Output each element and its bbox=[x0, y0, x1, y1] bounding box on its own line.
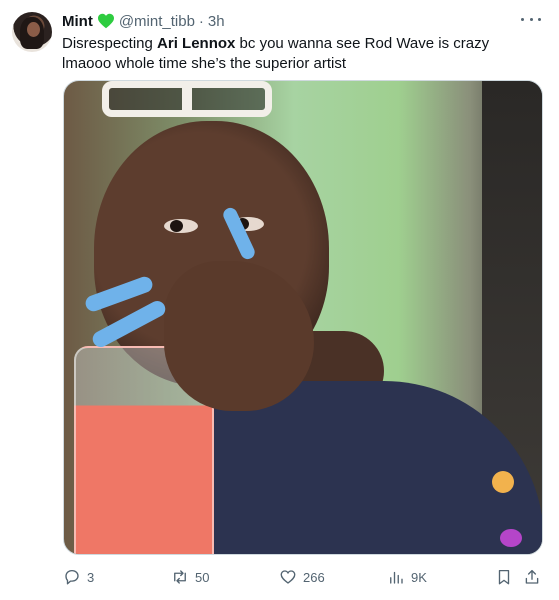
tweet-photo[interactable] bbox=[63, 80, 543, 555]
green-heart-icon bbox=[97, 13, 114, 29]
share-button[interactable] bbox=[523, 566, 541, 588]
author-handle[interactable]: @mint_tibb bbox=[119, 13, 195, 30]
reply-button[interactable]: 3 bbox=[63, 566, 94, 588]
views-button[interactable]: 9K bbox=[387, 566, 427, 588]
tweet-text-part: Disrespecting bbox=[62, 35, 158, 52]
tweet-time[interactable]: 3h bbox=[208, 13, 225, 30]
views-count: 9K bbox=[411, 569, 427, 585]
tweet-header: Mint @mint_tibb · 3h bbox=[62, 12, 225, 30]
bookmark-button[interactable] bbox=[495, 566, 513, 588]
like-button[interactable]: 266 bbox=[279, 566, 325, 588]
action-bar: 3 50 266 9K bbox=[0, 566, 559, 588]
bookmark-icon bbox=[498, 569, 510, 585]
photo-pupil bbox=[170, 220, 183, 232]
photo-sunglasses bbox=[102, 81, 272, 117]
like-count: 266 bbox=[303, 569, 325, 585]
photo-sticker bbox=[492, 471, 514, 493]
tweet-text-bold: Ari Lennox bbox=[157, 35, 236, 52]
reply-count: 3 bbox=[87, 569, 95, 585]
photo-sticker bbox=[500, 529, 522, 547]
more-icon[interactable] bbox=[521, 14, 541, 24]
like-icon bbox=[280, 570, 296, 584]
separator-dot: · bbox=[198, 12, 204, 30]
retweet-count: 50 bbox=[195, 569, 210, 585]
retweet-icon bbox=[174, 570, 186, 584]
tweet-text: Disrespecting Ari Lennox bc you wanna se… bbox=[62, 34, 542, 74]
share-icon bbox=[525, 569, 539, 584]
retweet-button[interactable]: 50 bbox=[171, 566, 209, 588]
avatar-face bbox=[27, 22, 40, 37]
views-icon bbox=[390, 571, 403, 584]
author-name[interactable]: Mint bbox=[62, 13, 93, 30]
avatar[interactable] bbox=[12, 12, 52, 52]
tweet[interactable]: Mint @mint_tibb · 3h Disrespecting Ari L… bbox=[0, 0, 559, 600]
reply-icon bbox=[65, 569, 79, 585]
